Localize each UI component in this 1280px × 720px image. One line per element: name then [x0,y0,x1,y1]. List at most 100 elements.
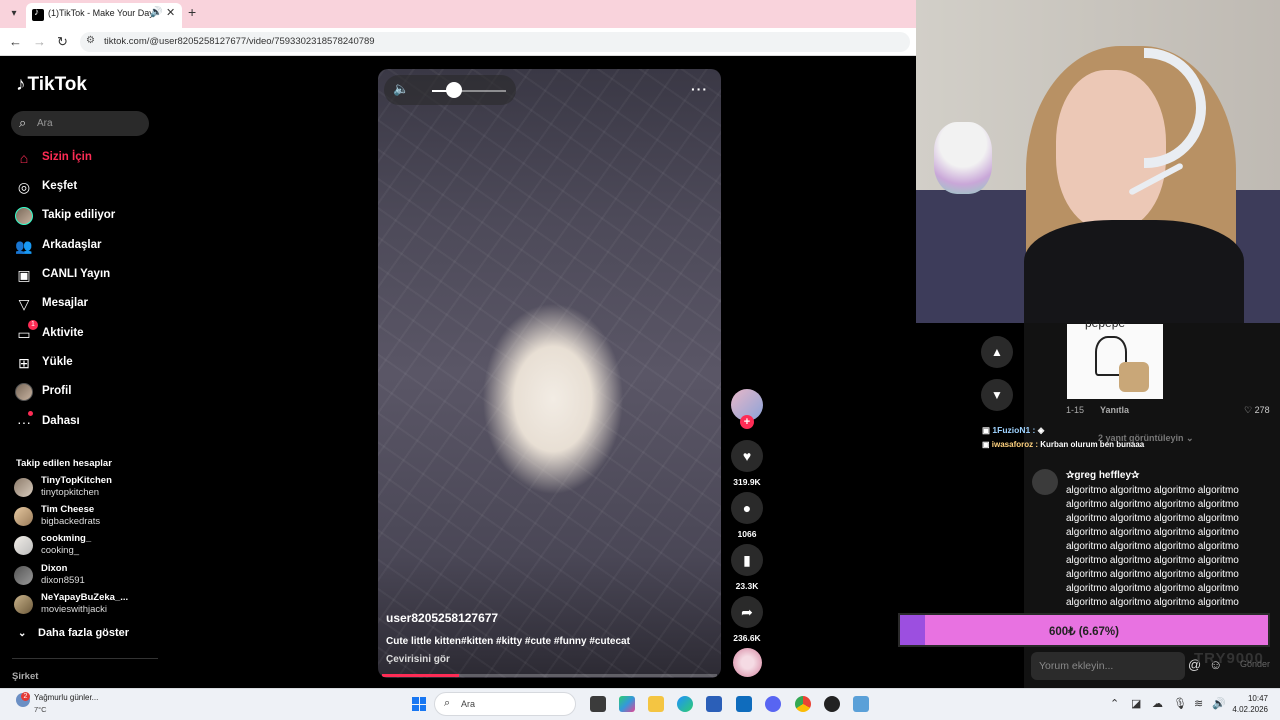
back-icon[interactable]: ← [9,34,22,49]
video-more-icon[interactable]: ··· [691,81,708,97]
clock-date: 4.02.2026 [1232,705,1268,714]
share-button[interactable]: ➦ [731,596,763,628]
taskbar-search[interactable]: ⌕ Ara [434,692,576,716]
chevron-up-icon: ▲ [991,345,1003,359]
copilot-icon[interactable] [619,696,635,712]
speaker-icon[interactable]: 🔊 [1212,697,1226,710]
tray-chevron-up-icon[interactable]: ⌃ [1110,697,1119,710]
nav-following[interactable]: Takip ediliyor [14,205,154,227]
save-button[interactable]: ▮ [731,544,763,576]
windows-start-icon[interactable] [412,697,426,711]
tab-list-icon[interactable]: ▾ [6,6,22,22]
send-button[interactable]: Gönder [1240,659,1270,669]
tray-app-icon[interactable]: ◪ [1131,697,1141,710]
file-explorer-icon[interactable] [648,696,664,712]
comment-button[interactable]: ● [731,492,763,524]
address-bar: ← → ↻ ⚙ tiktok.com/@user8205258127677/vi… [0,28,916,56]
nav-for-you[interactable]: ⌂ Sizin İçin [14,147,154,169]
comment-like-count: 278 [1254,405,1270,415]
obs-icon[interactable] [824,696,840,712]
search-input[interactable]: ⌕ Ara [11,111,149,136]
search-icon: ⌕ [444,697,451,709]
tab-audio-icon[interactable]: 🔊 [150,7,162,18]
weather-temp: 7°C [34,705,47,714]
following-account[interactable]: cookming_ cooking_ [14,532,154,558]
nav-more[interactable]: ··· Dahası [14,411,154,433]
translate-link[interactable]: Çevirisini gör [386,654,450,665]
account-handle: bigbackedrats [41,516,101,527]
avatar [14,566,33,585]
next-video-button[interactable]: ▼ [981,379,1013,411]
following-account[interactable]: TinyTopKitchen tinytopkitchen [14,474,154,500]
company-link[interactable]: Şirket [12,671,38,682]
music-disc-icon[interactable] [733,648,762,677]
forward-icon[interactable]: → [33,34,46,49]
account-name: cookming_ [41,533,92,544]
meme-caption: pepepe [1085,316,1126,330]
comment-image[interactable]: pepepe [1067,316,1163,399]
reload-icon[interactable]: ↻ [57,34,68,50]
microphone-icon[interactable]: 🎙 [1173,697,1187,710]
nav-activity[interactable]: ▭ 1 Aktivite [14,320,154,345]
onedrive-icon[interactable]: ☁ [1152,697,1163,710]
browser-tabbar: ▾ (1)TikTok - Make Your Day 🔊 ✕ + [0,0,916,28]
show-more-button[interactable]: ⌄ Daha fazla göster [18,627,129,639]
taskbar-clock[interactable]: 10:47 4.02.2026 [1232,693,1268,715]
settings-gear-icon[interactable] [853,696,869,712]
discord-icon[interactable] [765,696,781,712]
nav-messages[interactable]: ▽ Mesajlar [14,293,154,315]
logo-text: TikTok [27,74,87,95]
comment-author[interactable]: ✰greg heffley✰ [1066,470,1139,481]
wifi-icon[interactable]: ≋ [1194,697,1203,710]
new-tab-icon[interactable]: + [188,4,196,20]
video-progress-bar[interactable] [382,674,717,677]
tab-tiktok[interactable]: (1)TikTok - Make Your Day 🔊 ✕ [26,3,182,28]
nav-label: Takip ediliyor [42,209,116,221]
volume-handle[interactable] [446,82,463,98]
heart-icon: ♡ [1244,405,1255,415]
nav-upload[interactable]: ⊞ Yükle [14,352,154,374]
upload-icon: ⊞ [18,355,30,371]
store-icon[interactable] [706,696,722,712]
previous-video-button[interactable]: ▲ [981,336,1013,368]
nav-friends[interactable]: 👥 Arkadaşlar [14,235,154,257]
video-username[interactable]: user8205258127677 [386,611,498,625]
site-info-icon[interactable]: ⚙ [86,35,95,46]
comment-placeholder: Yorum ekleyin... [1039,660,1114,672]
live-icon: ▣ [17,267,31,283]
video-player[interactable]: 🔈 ··· user8205258127677 Cute little kitt… [378,69,721,678]
nav-label: Yükle [42,356,73,368]
heart-icon: ♥ [742,448,752,464]
following-account[interactable]: NeYapayBuZeka_... movieswithjacki [14,591,154,617]
following-account[interactable]: Dixon dixon8591 [14,562,154,588]
volume-slider[interactable] [432,90,506,92]
avatar [15,207,33,225]
comment-input[interactable]: Yorum ekleyin... [1031,652,1185,680]
close-tab-icon[interactable]: ✕ [166,6,175,19]
avatar[interactable] [1032,469,1058,495]
task-view-icon[interactable] [590,696,606,712]
volume-control[interactable]: 🔈 [384,75,516,105]
nav-live[interactable]: ▣ CANLI Yayın [14,264,154,286]
weather-title[interactable]: Yağmurlu günler... [34,693,98,702]
edge-icon[interactable] [677,696,693,712]
webcam-plush-toy [934,122,992,194]
reply-button[interactable]: Yanıtla [1100,405,1129,415]
nav-profile[interactable]: Profil [14,381,154,403]
clock-time: 10:47 [1247,694,1268,703]
chrome-icon[interactable] [795,696,811,712]
volume-icon[interactable]: 🔈 [393,81,409,97]
divider [12,658,158,659]
comment-like[interactable]: ♡ 278 [1244,405,1270,416]
like-button[interactable]: ♥ [731,440,763,472]
tiktok-logo[interactable]: ♪ TikTok [16,74,87,96]
following-account[interactable]: Tim Cheese bigbackedrats [14,503,154,529]
nav-explore[interactable]: ◎ Keşfet [14,176,154,198]
nav-label: Dahası [42,415,80,427]
avatar [14,478,33,497]
url-field[interactable]: ⚙ tiktok.com/@user8205258127677/video/75… [80,32,910,52]
follow-plus-icon[interactable]: + [740,415,754,429]
nav-label: Aktivite [42,327,84,339]
account-name: NeYapayBuZeka_... [41,592,129,603]
outlook-icon[interactable] [736,696,752,712]
